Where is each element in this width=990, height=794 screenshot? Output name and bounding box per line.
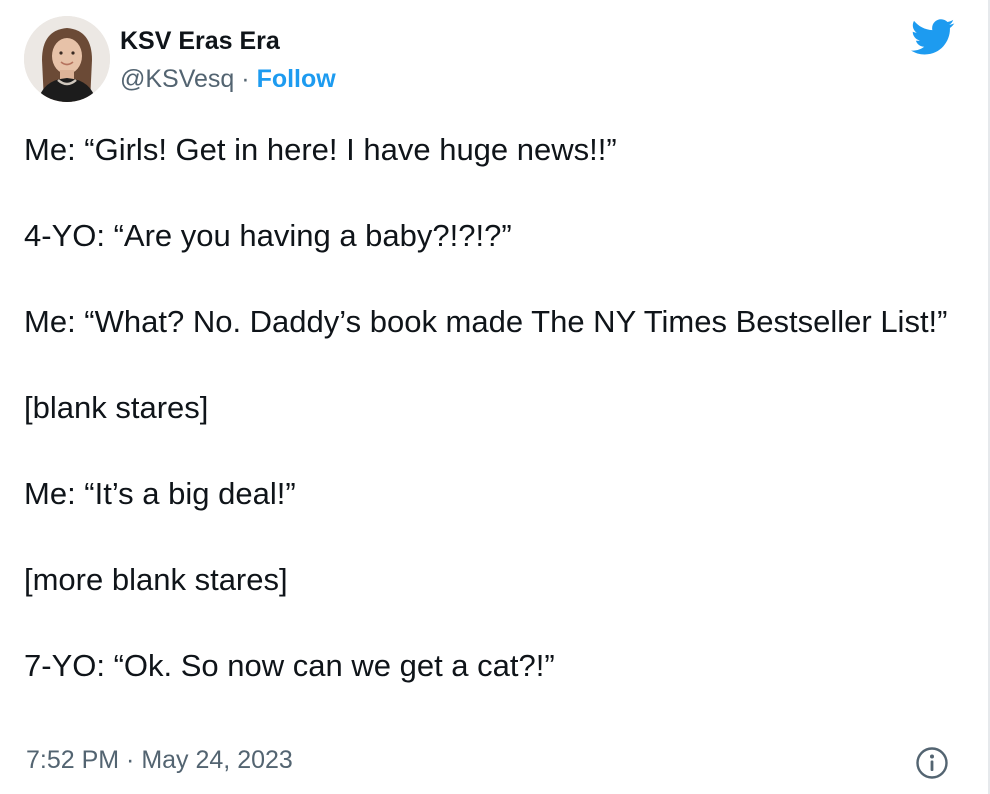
tweet-paragraph: [more blank stares] xyxy=(24,562,288,597)
tweet-paragraph: Me: “Girls! Get in here! I have huge new… xyxy=(24,132,617,167)
tweet-paragraph: 7-YO: “Ok. So now can we get a cat?!” xyxy=(24,648,555,683)
twitter-bird-icon[interactable] xyxy=(910,19,955,55)
tweet-paragraph: [blank stares] xyxy=(24,390,209,425)
user-handle[interactable]: @KSVesq xyxy=(120,65,234,93)
tweet-paragraph: Me: “It’s a big deal!” xyxy=(24,476,296,511)
handle-row: @KSVesq · Follow xyxy=(120,64,336,94)
handle-separator: · xyxy=(234,65,257,93)
tweet-card: KSV Eras Era @KSVesq · Follow Me: “Girls… xyxy=(0,0,990,794)
tweet-paragraph: 4-YO: “Are you having a baby?!?!?” xyxy=(24,218,512,253)
tweet-paragraph: Me: “What? No. Daddy’s book made The NY … xyxy=(24,304,948,339)
follow-button[interactable]: Follow xyxy=(257,65,336,93)
tweet-text: Me: “Girls! Get in here! I have huge new… xyxy=(24,128,954,687)
avatar-image xyxy=(24,16,110,102)
display-name[interactable]: KSV Eras Era xyxy=(120,26,336,56)
avatar[interactable] xyxy=(24,16,110,102)
twitter-bird-icon-svg xyxy=(910,19,955,55)
info-circle-icon-svg xyxy=(916,747,948,779)
tweet-timestamp[interactable]: 7:52 PM · May 24, 2023 xyxy=(26,744,293,776)
user-info: KSV Eras Era @KSVesq · Follow xyxy=(120,26,336,94)
info-circle-icon[interactable] xyxy=(915,746,949,780)
